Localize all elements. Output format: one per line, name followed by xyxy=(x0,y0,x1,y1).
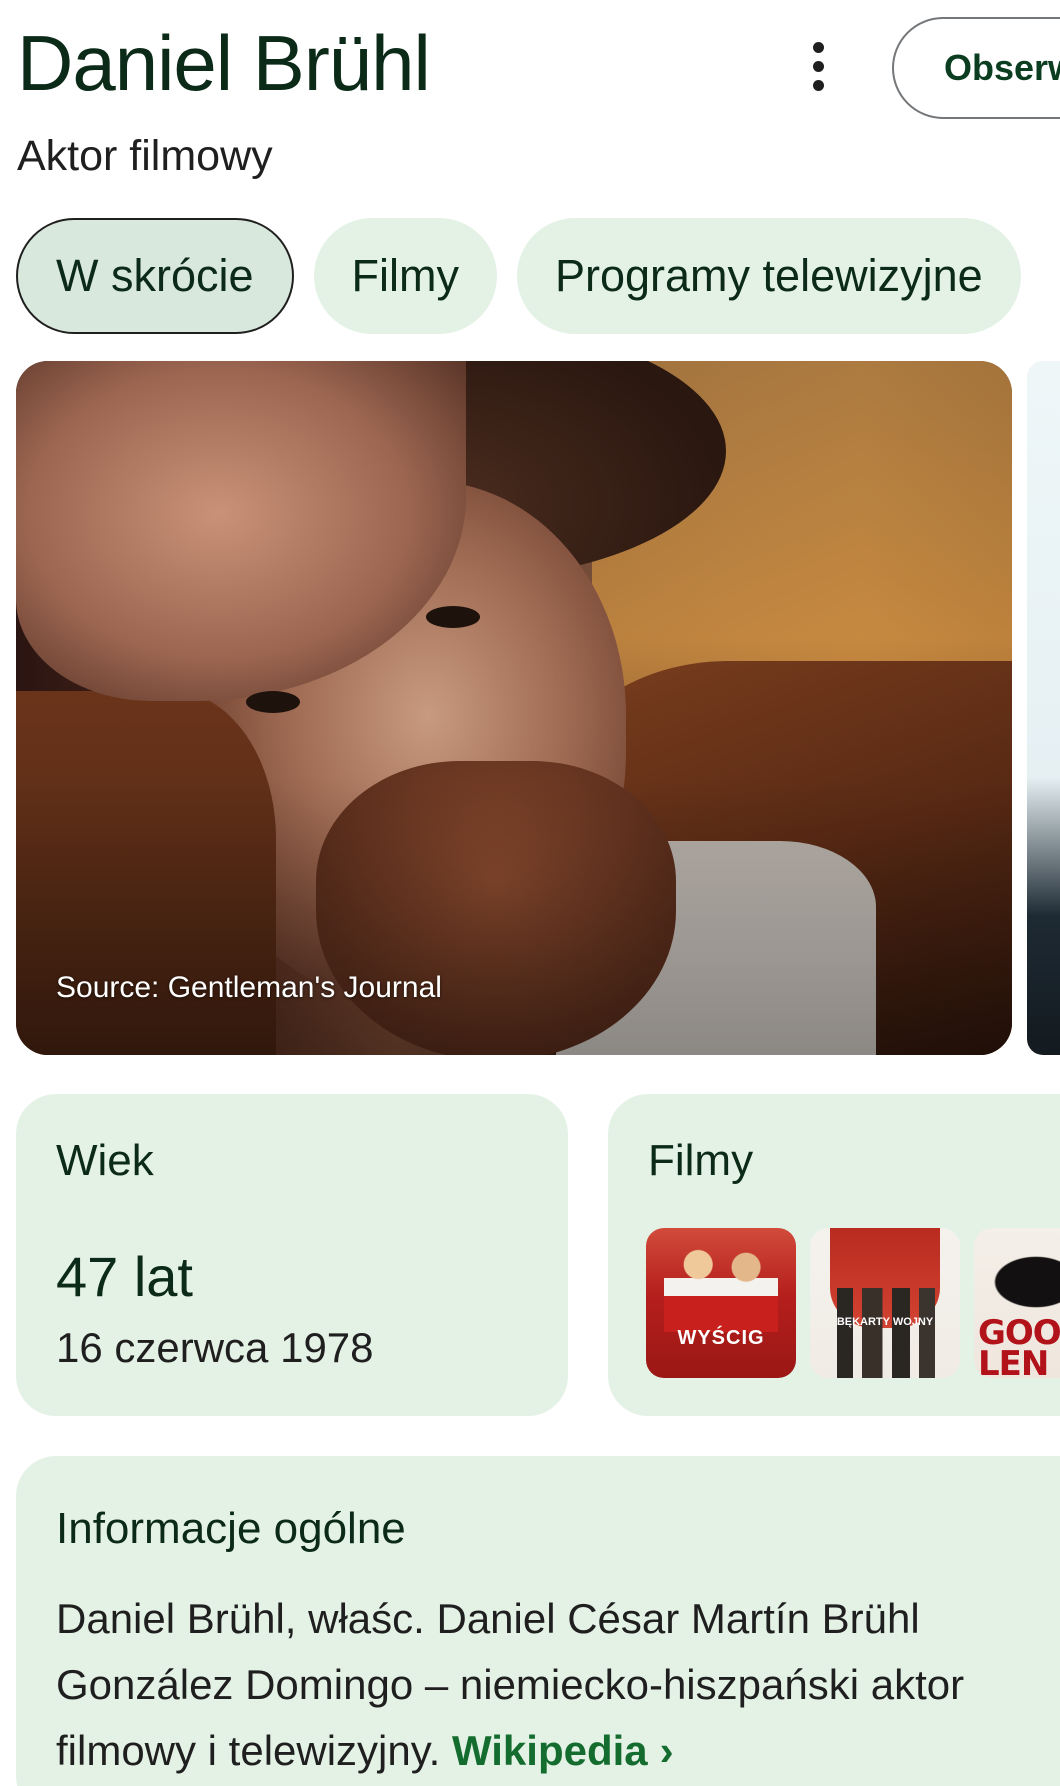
more-vert-icon-dot xyxy=(812,79,824,91)
entity-subtitle: Aktor filmowy xyxy=(17,132,273,180)
follow-button[interactable]: Obserwuj xyxy=(892,17,1060,119)
films-label: Filmy xyxy=(648,1136,754,1185)
more-options-button[interactable] xyxy=(790,34,846,98)
overview-label: Informacje ogólne xyxy=(56,1504,406,1553)
image-source-caption: Source: Gentleman's Journal xyxy=(56,971,442,1004)
overview-card: Informacje ogólne Daniel Brühl, właśc. D… xyxy=(16,1456,1060,1786)
poster-title: BĘKARTY WOJNY xyxy=(836,1316,934,1328)
age-card[interactable]: Wiek 47 lat 16 czerwca 1978 xyxy=(16,1094,568,1416)
film-poster[interactable]: BĘKARTY WOJNY xyxy=(810,1228,960,1378)
tab-overview[interactable]: W skrócie xyxy=(16,218,294,334)
poster-art xyxy=(828,1288,942,1378)
wikipedia-link-label: Wikipedia xyxy=(451,1727,648,1774)
age-label: Wiek xyxy=(56,1136,154,1185)
overview-description: Daniel Brühl, właśc. Daniel César Martín… xyxy=(56,1586,1056,1784)
films-card[interactable]: Filmy WYŚCIG BĘKARTY WOJNY GOOD LEN xyxy=(608,1094,1060,1416)
birth-date: 16 czerwca 1978 xyxy=(56,1324,374,1371)
poster-art xyxy=(984,1234,1060,1314)
film-poster[interactable]: WYŚCIG xyxy=(646,1228,796,1378)
hero-shade xyxy=(16,361,1012,1055)
film-poster[interactable]: GOOD LEN xyxy=(974,1228,1060,1378)
wikipedia-link[interactable]: Wikipedia › xyxy=(452,1727,674,1774)
poster-title: GOOD LEN xyxy=(978,1313,1060,1378)
page-title: Daniel Brühl xyxy=(17,19,431,107)
hero-image[interactable]: Source: Gentleman's Journal xyxy=(16,361,1012,1055)
film-posters: WYŚCIG BĘKARTY WOJNY GOOD LEN xyxy=(646,1228,1060,1378)
next-image-peek[interactable] xyxy=(1027,361,1060,1055)
poster-art xyxy=(664,1242,778,1332)
tab-bar: W skrócie Filmy Programy telewizyjne xyxy=(16,218,1021,334)
knowledge-panel: Daniel Brühl Obserwuj Aktor filmowy W sk… xyxy=(0,0,1060,1786)
tab-films[interactable]: Filmy xyxy=(313,218,497,334)
more-vert-icon-dot xyxy=(812,60,824,72)
more-vert-icon xyxy=(812,41,824,53)
chevron-right-icon: › xyxy=(659,1727,674,1774)
age-value: 47 lat xyxy=(56,1245,193,1308)
tab-tv-shows[interactable]: Programy telewizyjne xyxy=(516,218,1021,334)
poster-title: WYŚCIG xyxy=(677,1327,765,1349)
